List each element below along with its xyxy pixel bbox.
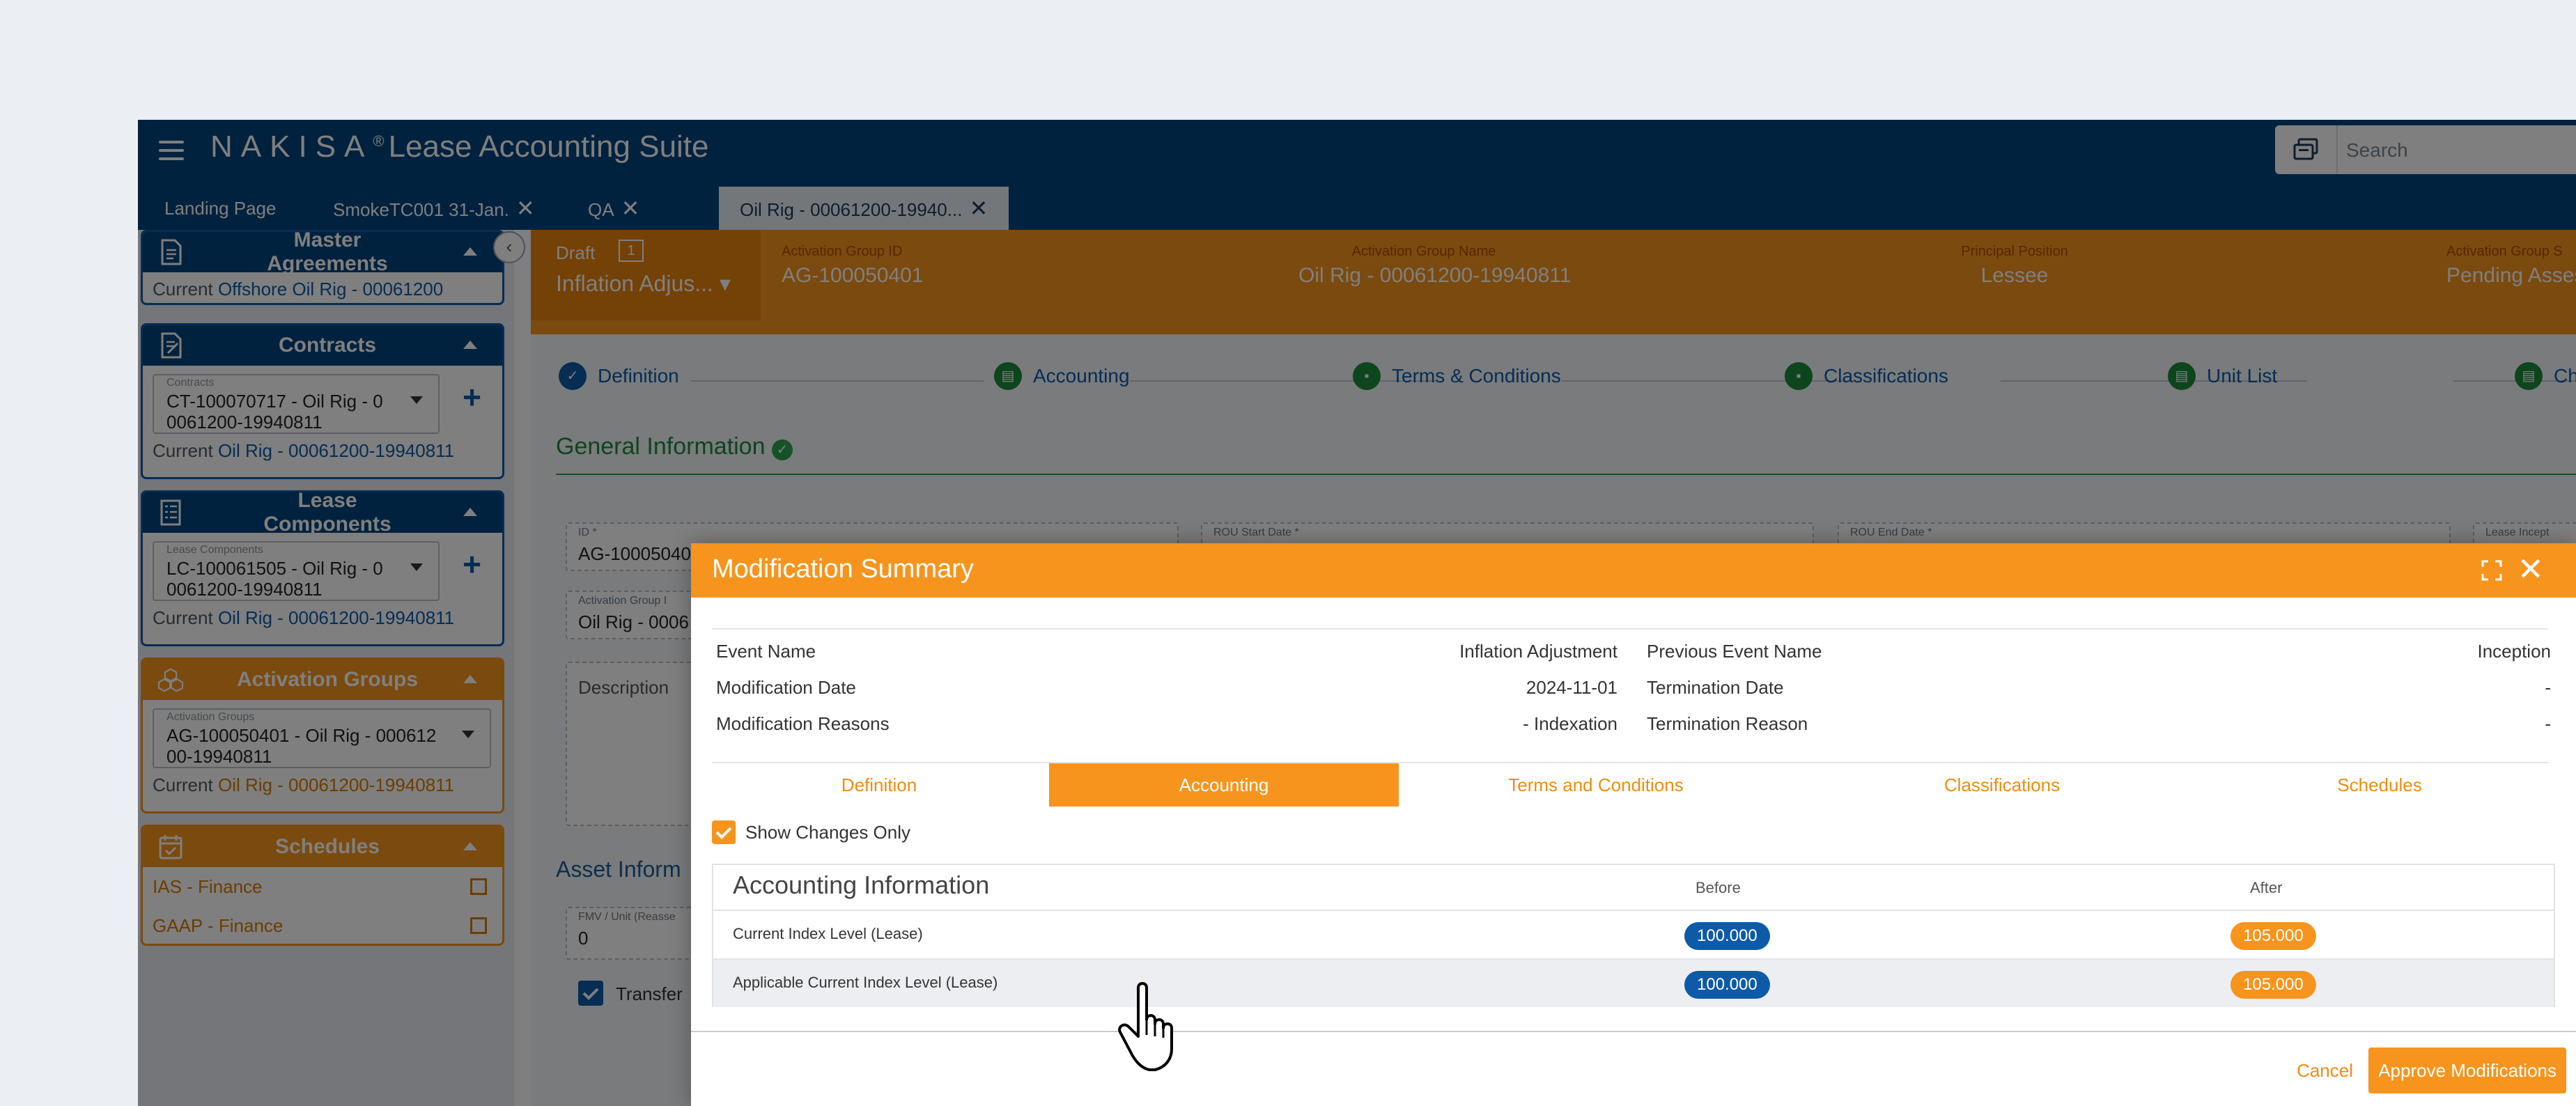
accounting-information-table: Accounting Information Before After Curr… [712, 864, 2555, 1007]
modal-header: Modification Summary ✕ [691, 543, 2576, 598]
table-row: Current Index Level (Lease) 100.000 105.… [713, 910, 2554, 958]
termination-reason-value: - [2545, 713, 2551, 734]
show-changes-label: Show Changes Only [745, 822, 911, 843]
expand-icon[interactable] [2481, 560, 2502, 581]
termination-date-label: Termination Date [1647, 677, 1784, 698]
before-column-header: Before [1696, 879, 1741, 896]
modification-reasons-value: - Indexation [1523, 713, 1617, 734]
modification-reasons-label: Modification Reasons [716, 713, 890, 734]
tab-terms-and-conditions[interactable]: Terms and Conditions [1399, 763, 1793, 807]
modal-title: Modification Summary [712, 554, 974, 584]
modification-date-value: 2024-11-01 [1526, 677, 1617, 698]
before-value-badge: 100.000 [1684, 922, 1770, 950]
modification-summary-modal: Modification Summary ✕ Event Name Inflat… [691, 543, 2576, 1106]
approve-modifications-button[interactable]: Approve Modifications [2368, 1047, 2566, 1093]
hand-pointer-cursor-icon [1118, 982, 1173, 1071]
after-column-header: After [2250, 879, 2283, 896]
event-name-value: Inflation Adjustment [1459, 641, 1617, 662]
previous-event-name-value: Inception [2477, 641, 2551, 662]
modification-date-label: Modification Date [716, 677, 856, 698]
show-changes-checkbox[interactable] [712, 820, 736, 844]
tab-classifications[interactable]: Classifications [1793, 763, 2211, 807]
accounting-information-title: Accounting Information [733, 871, 990, 899]
after-value-badge: 105.000 [2230, 922, 2316, 950]
termination-reason-label: Termination Reason [1647, 713, 1808, 734]
event-name-label: Event Name [716, 641, 816, 662]
tab-schedules[interactable]: Schedules [2211, 763, 2548, 807]
termination-date-value: - [2545, 677, 2551, 698]
after-value-badge: 105.000 [2230, 971, 2316, 999]
tab-accounting[interactable]: Accounting [1049, 763, 1399, 807]
previous-event-name-label: Previous Event Name [1647, 641, 1822, 662]
modal-tabs: Definition Accounting Terms and Conditio… [712, 762, 2548, 807]
cancel-button[interactable]: Cancel [2297, 1060, 2353, 1082]
table-row: Applicable Current Index Level (Lease) 1… [713, 958, 2554, 1007]
close-icon[interactable]: ✕ [2517, 552, 2544, 586]
before-value-badge: 100.000 [1684, 971, 1770, 999]
tab-definition[interactable]: Definition [712, 763, 1046, 807]
